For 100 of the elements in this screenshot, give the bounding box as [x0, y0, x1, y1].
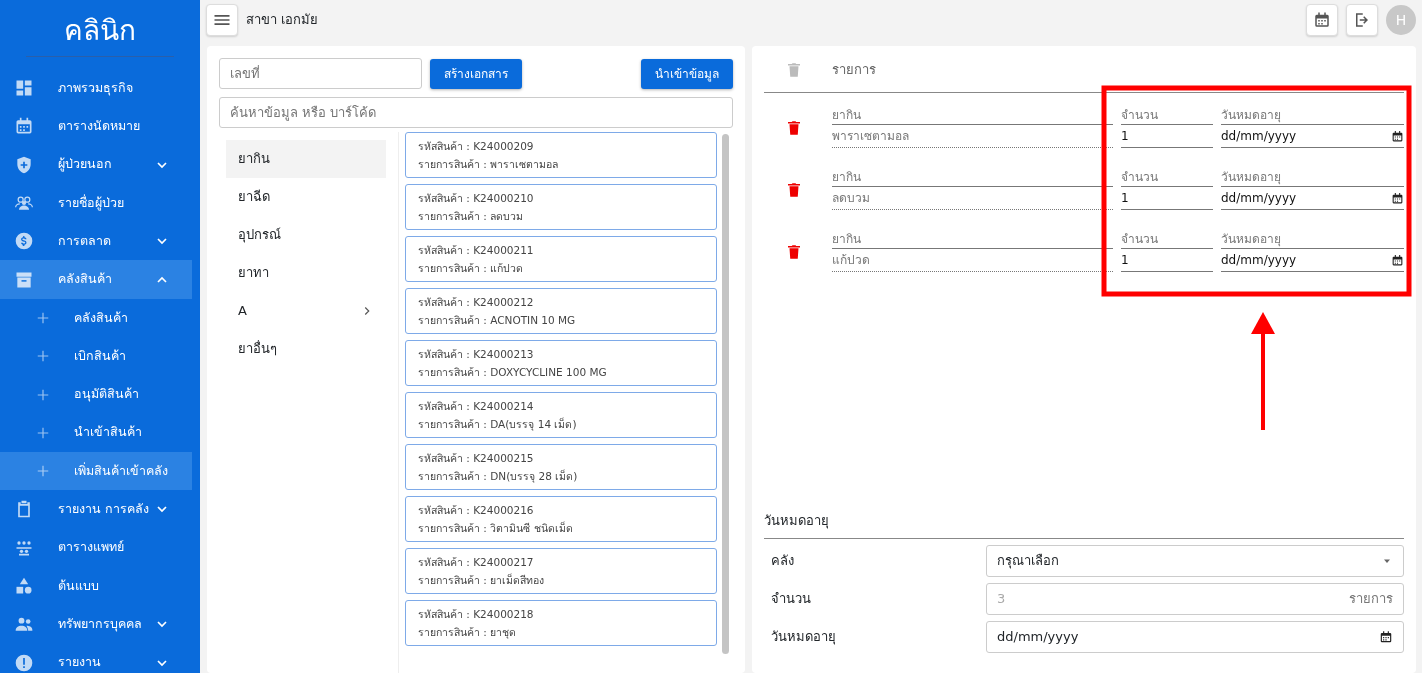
product-name: รายการสินค้า : DOXYCYCLINE 100 MG [418, 365, 608, 380]
category-item[interactable]: ยากิน [226, 140, 386, 178]
product-code: รหัสสินค้า : K24000209 [418, 139, 535, 154]
product-card[interactable]: รหัสสินค้า : K24000210 รายการสินค้า : ลดบวม [405, 184, 717, 230]
category-item[interactable]: ยาฉีด [226, 178, 386, 216]
product-name: รายการสินค้า : DN(บรรจุ 28 เม็ด) [418, 468, 579, 485]
form-label: คลัง [770, 552, 795, 571]
product-card[interactable]: รหัสสินค้า : K24000214 รายการสินค้า : DA(บรรจุ 14 เม็ด) [405, 392, 717, 438]
section-title: วันหมดอายุ [764, 502, 1404, 539]
trash-icon [785, 181, 803, 199]
product-card[interactable]: รหัสสินค้า : K24000212 รายการสินค้า : ACNOTIN 10 MG [405, 288, 717, 334]
product-card[interactable]: รหัสสินค้า : K24000217 รายการสินค้า : ยาเม็ดสีทอง [405, 548, 717, 594]
submenu-item[interactable]: เพิ่มสินค้าเข้าคลัง [0, 451, 192, 491]
plus-icon [36, 310, 50, 325]
plus-icon [36, 349, 50, 364]
product-code: รหัสสินค้า : K24000211 [418, 243, 535, 258]
product-code: รหัสสินค้า : K24000213 [418, 347, 535, 362]
calendar-icon [1391, 191, 1404, 205]
product-code: รหัสสินค้า : K24000215 [418, 451, 535, 466]
plus-icon [36, 464, 50, 479]
category-item[interactable]: A [226, 292, 386, 330]
form-label: วันหมดอายุ [770, 628, 837, 647]
sidebar-item[interactable]: ภาพรวมธุรกิจ [0, 69, 192, 108]
product-code: รหัสสินค้า : K24000216 [418, 503, 535, 518]
submenu-item[interactable]: อนุมัติสินค้า [0, 375, 192, 414]
product-card[interactable]: รหัสสินค้า : K24000213 รายการสินค้า : DOXYCYCLINE 100 MG [405, 340, 717, 386]
date-field[interactable]: dd/mm/yyyy [1221, 249, 1404, 272]
sidebar-item[interactable]: คลังสินค้า [0, 260, 192, 299]
product-card[interactable]: รหัสสินค้า : K24000209 รายการสินค้า : พาราเซตามอล [405, 132, 717, 178]
shapes-icon [14, 576, 34, 596]
sidebar-item[interactable]: รายงาน [0, 643, 192, 673]
expiry-label: วันหมดอายุ [1221, 169, 1404, 187]
product-name: รายการสินค้า : ACNOTIN 10 MG [418, 313, 577, 328]
sidebar-item[interactable]: ผู้ป่วยนอก [0, 145, 192, 184]
item-name: แก้ปวด [832, 249, 1113, 272]
category-item[interactable]: ยาอื่นๆ [226, 330, 386, 368]
trash-icon [785, 60, 803, 79]
quantity-field[interactable]: 1 [1121, 249, 1213, 272]
sidebar-item[interactable]: ตารางนัดหมาย [0, 107, 192, 146]
sidebar-item[interactable]: ตารางแพทย์ [0, 528, 192, 567]
logout-button[interactable] [1346, 4, 1378, 36]
product-card[interactable]: รหัสสินค้า : K24000218 รายการสินค้า : ยาชุด [405, 600, 717, 646]
document-number-field[interactable]: เลขที่ [219, 58, 422, 89]
calendar-icon [1391, 129, 1404, 143]
category-label: ยากิน [832, 107, 1113, 125]
dollar-coin-icon [14, 231, 34, 252]
product-card[interactable]: รหัสสินค้า : K24000211 รายการสินค้า : แก้ปวด [405, 236, 717, 282]
search-field[interactable]: ค้นหาข้อมูล หรือ บาร์โค้ด [219, 97, 733, 128]
date-field[interactable]: dd/mm/yyyy [1221, 125, 1404, 148]
submenu-item[interactable]: นำเข้าสินค้า [0, 413, 192, 452]
product-card[interactable]: รหัสสินค้า : K24000216 รายการสินค้า : วิตามินซี ชนิดเม็ด [405, 496, 717, 542]
trash-icon [785, 243, 803, 261]
product-code: รหัสสินค้า : K24000217 [418, 555, 535, 570]
quantity-field[interactable]: 1 [1121, 125, 1213, 148]
product-code: รหัสสินค้า : K24000212 [418, 295, 535, 310]
sidebar-item[interactable]: ทรัพยากรบุคคล [0, 605, 192, 644]
date-field[interactable]: dd/mm/yyyy [986, 621, 1404, 653]
quantity-label: จำนวน [1121, 231, 1213, 249]
menu-button[interactable] [206, 4, 238, 36]
sidebar-item[interactable]: รายงาน การคลัง [0, 490, 192, 529]
product-card[interactable]: รหัสสินค้า : K24000215 รายการสินค้า : DN(บรรจุ 28 เม็ด) [405, 444, 717, 490]
plus-icon [36, 425, 50, 440]
calendar-icon [1379, 630, 1393, 644]
sidebar-item[interactable]: ต้นแบบ [0, 566, 192, 606]
calendar-icon [1391, 253, 1404, 267]
item-name: พาราเซตามอล [832, 125, 1113, 148]
warehouse-select[interactable]: กรุณาเลือก [986, 545, 1404, 577]
category-item[interactable]: ยาทา [226, 254, 386, 292]
item-name: ลดบวม [832, 187, 1113, 210]
calendar-icon [14, 116, 34, 137]
import-data-button[interactable]: นำเข้าข้อมูล [641, 58, 733, 89]
form-label: จำนวน [770, 590, 812, 609]
calendar-button[interactable] [1306, 4, 1338, 36]
unit-label: รายการ [1349, 590, 1393, 609]
product-name: รายการสินค้า : วิตามินซี ชนิดเม็ด [418, 520, 574, 536]
branch-name: สาขา เอกมัย [246, 11, 320, 30]
scrollbar[interactable] [722, 134, 729, 654]
trash-icon [785, 119, 803, 137]
submenu-item[interactable]: คลังสินค้า [0, 298, 192, 338]
dashboard-icon [14, 78, 34, 99]
product-code: รหัสสินค้า : K24000218 [418, 607, 535, 622]
calendar-icon [1313, 11, 1331, 29]
product-name: รายการสินค้า : ยาชุด [418, 625, 518, 641]
logout-icon [1353, 11, 1371, 29]
sidebar-item[interactable]: รายชื่อผู้ป่วย [0, 183, 192, 223]
product-name: รายการสินค้า : แก้ปวด [418, 261, 525, 276]
category-item[interactable]: อุปกรณ์ [226, 216, 386, 254]
date-field[interactable]: dd/mm/yyyy [1221, 187, 1404, 210]
create-document-button[interactable]: สร้างเอกสาร [430, 58, 522, 89]
submenu-item[interactable]: เบิกสินค้า [0, 337, 192, 376]
category-label: ยากิน [832, 231, 1113, 249]
product-code: รหัสสินค้า : K24000214 [418, 399, 535, 414]
product-code: รหัสสินค้า : K24000210 [418, 191, 535, 206]
quantity-field[interactable]: 1 [1121, 187, 1213, 210]
expiry-label: วันหมดอายุ [1221, 231, 1404, 249]
category-label: ยากิน [832, 169, 1113, 187]
shield-plus-icon [14, 154, 34, 175]
sidebar-item[interactable]: การตลาด [0, 222, 192, 261]
product-name: รายการสินค้า : ลดบวม [418, 209, 525, 224]
app-logo: คลินิก [26, 0, 174, 57]
